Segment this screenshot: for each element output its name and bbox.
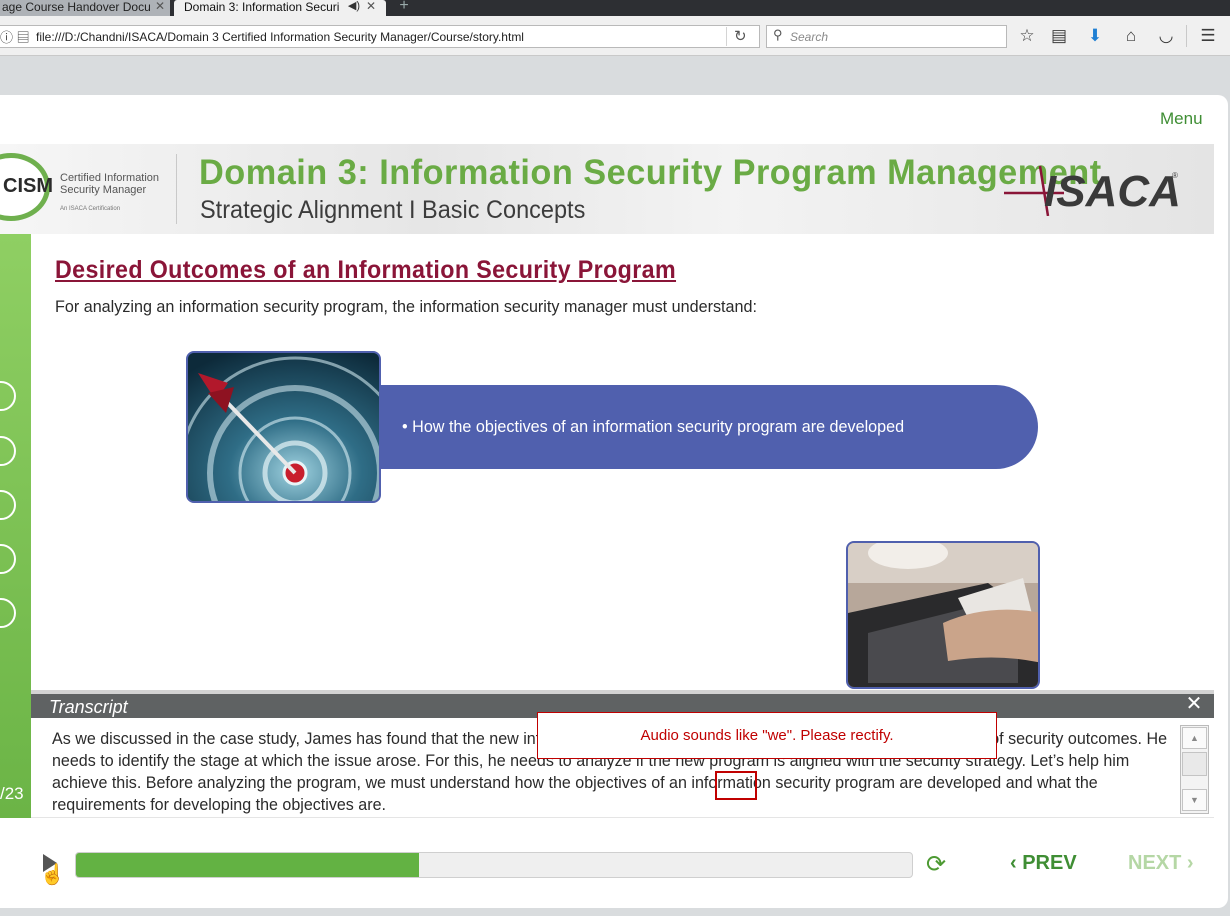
browser-tab-domain3[interactable]: Domain 3: Information Securi ◀) ✕ xyxy=(174,0,386,16)
transcript-title: Transcript xyxy=(49,697,128,717)
browser-tab-handover[interactable]: age Course Handover Docu ✕ xyxy=(0,0,170,16)
bullet-text: • How the objectives of an information s… xyxy=(402,417,905,436)
page-subtitle: Strategic Alignment I Basic Concepts xyxy=(200,196,586,224)
url-text[interactable]: file:///D:/Chandni/ISACA/Domain 3 Certif… xyxy=(36,30,524,44)
cism-logo-text: CISM xyxy=(3,175,53,197)
replay-icon[interactable]: ⟳ xyxy=(926,850,946,879)
isaca-logo-text: ISACA xyxy=(1044,167,1181,216)
page-background xyxy=(0,57,1230,95)
laptop-image xyxy=(846,541,1040,689)
search-icon: ⚲ xyxy=(773,27,783,42)
download-icon[interactable]: ⬇ xyxy=(1083,25,1107,47)
reading-list-icon[interactable]: ▤ xyxy=(1047,25,1071,47)
tab-label: Domain 3: Information Securi xyxy=(184,0,340,14)
slide-intro: For analyzing an information security pr… xyxy=(55,297,757,316)
close-icon[interactable]: ✕ xyxy=(1183,693,1205,715)
close-icon[interactable]: ✕ xyxy=(155,0,165,12)
menu-button[interactable]: Menu xyxy=(1160,109,1203,129)
new-tab-button[interactable]: + xyxy=(392,0,416,16)
mouse-cursor-icon: ☝ xyxy=(40,864,65,886)
isaca-logo: ISACA ® xyxy=(1004,165,1181,216)
next-button[interactable]: NEXT › xyxy=(1128,852,1194,875)
cism-logo-subtitle: Certified Information Security Manager xyxy=(60,172,160,196)
divider xyxy=(1186,25,1187,47)
speaker-icon[interactable]: ◀) xyxy=(348,0,360,12)
scroll-down-icon[interactable]: ▼ xyxy=(1182,789,1207,811)
close-icon[interactable]: ✕ xyxy=(366,0,376,12)
scroll-up-icon[interactable]: ▲ xyxy=(1182,727,1207,749)
review-comment-text: Audio sounds like "we". Please rectify. xyxy=(640,727,894,744)
page-info-icon[interactable]: ⓘ ▤ xyxy=(0,27,30,46)
reload-icon[interactable]: ↻ xyxy=(734,27,747,45)
dartboard-image xyxy=(186,351,381,503)
hamburger-menu-icon[interactable]: ☰ xyxy=(1196,25,1220,47)
pocket-icon[interactable]: ◡ xyxy=(1154,25,1178,47)
cism-logo-tagline: An ISACA Certification xyxy=(60,206,121,212)
review-highlight-box xyxy=(715,771,757,800)
page-title: Domain 3: Information Security Program M… xyxy=(199,153,1102,192)
course-sidebar xyxy=(0,234,31,818)
divider xyxy=(726,27,727,46)
slide-title: Desired Outcomes of an Information Secur… xyxy=(55,256,677,284)
slide-counter: /23 xyxy=(0,784,24,803)
prev-button[interactable]: ‹ PREV xyxy=(1010,852,1077,875)
search-placeholder[interactable]: Search xyxy=(790,30,828,44)
tab-label: age Course Handover Docu xyxy=(2,0,151,14)
star-icon[interactable]: ☆ xyxy=(1015,25,1039,47)
divider xyxy=(176,154,177,224)
svg-text:®: ® xyxy=(1172,171,1178,180)
progress-fill xyxy=(76,853,419,877)
scroll-thumb[interactable] xyxy=(1182,752,1207,776)
home-icon[interactable]: ⌂ xyxy=(1119,25,1143,47)
